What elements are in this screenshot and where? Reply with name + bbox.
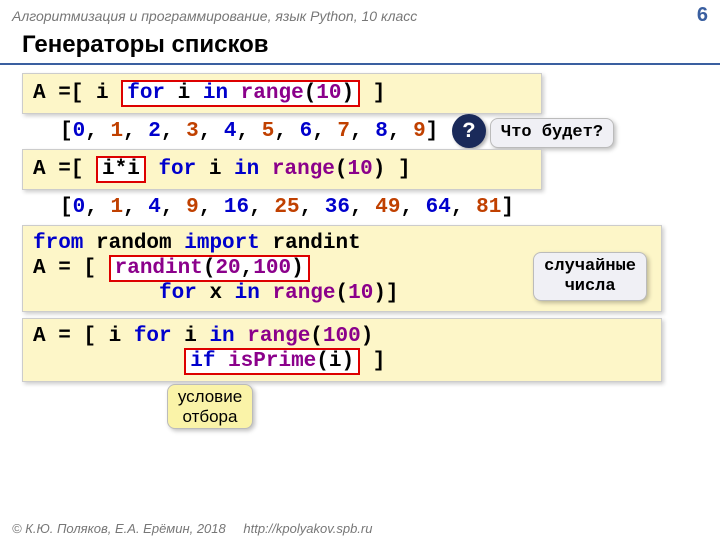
code-block-1: A =[ i for i in range(10) ]	[22, 73, 542, 114]
highlight-box-expr: i*i	[96, 156, 146, 183]
copyright: © К.Ю. Поляков, Е.А. Ерёмин, 2018	[12, 521, 226, 536]
highlight-box-for-range: for i in range(10)	[121, 80, 360, 107]
highlight-box-randint: randint(20,100)	[109, 255, 310, 282]
code-text: A =[ i	[33, 82, 121, 105]
code-block-2: A =[ i*i for i in range(10) ]	[22, 149, 542, 190]
page-header: Алгоритмизация и программирование, язык …	[0, 0, 720, 29]
output-2: [0, 1, 4, 9, 16, 25, 36, 49, 64, 81]	[22, 196, 698, 219]
code-block-3: from random import randint A = [ randint…	[22, 225, 662, 312]
footer-link: http://kpolyakov.spb.ru	[243, 521, 372, 536]
callout-random: случайные числа	[533, 252, 647, 301]
question-mark-icon: ?	[452, 114, 486, 148]
highlight-box-if: if isPrime(i)	[184, 348, 360, 375]
callout-question: Что будет?	[490, 118, 614, 148]
code-block-4: A = [ i for i in range(100) if isPrime(i…	[22, 318, 662, 382]
output-1: [0, 1, 2, 3, 4, 5, 6, 7, 8, 9] ? Что буд…	[22, 120, 698, 143]
callout-filter: условие отбора	[167, 384, 253, 429]
callout-filter-wrap: условие отбора	[0, 384, 548, 429]
course-label: Алгоритмизация и программирование, язык …	[12, 8, 417, 24]
page-footer: © К.Ю. Поляков, Е.А. Ерёмин, 2018 http:/…	[12, 521, 372, 536]
page-title: Генераторы списков	[0, 29, 720, 65]
page-number: 6	[697, 4, 708, 27]
